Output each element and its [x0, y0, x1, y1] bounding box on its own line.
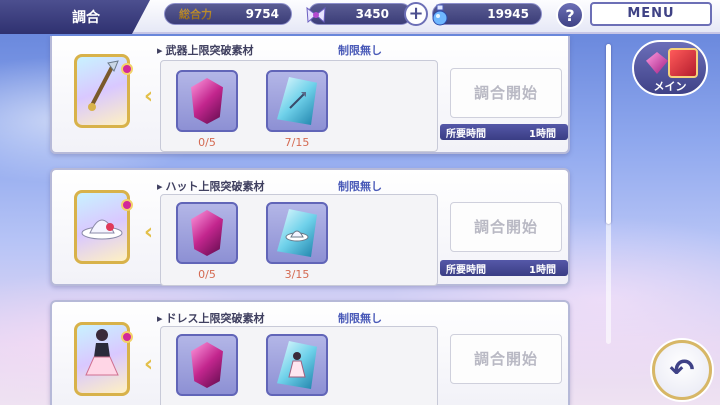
blue-crystal-icon	[277, 77, 317, 125]
jewel-icon	[646, 52, 668, 74]
time-label: 所要時間	[446, 265, 486, 276]
ribbon-icon	[303, 2, 329, 28]
currency-stamina-value: 3450	[355, 7, 389, 21]
dress-icon	[84, 327, 120, 391]
craft-row-dress: ‹ ドレス上限突破素材 制限無し 調合開始	[50, 300, 570, 405]
sword-icon	[84, 59, 120, 123]
page-title: 調合	[72, 10, 100, 26]
time-value: 1時間	[529, 129, 556, 140]
main-button-label: メイン	[653, 80, 687, 93]
pink-crystal-icon	[191, 342, 223, 388]
add-currency-button[interactable]: +	[404, 2, 428, 26]
material-slot-pink[interactable]	[176, 70, 238, 132]
material-title: 武器上限突破素材	[157, 42, 254, 58]
chevron-left-icon: ‹	[144, 84, 154, 109]
hat-icon	[80, 205, 124, 249]
material-title: ドレス上限突破素材	[157, 310, 265, 326]
back-arrow-icon: ↶	[669, 352, 695, 388]
chevron-left-icon: ‹	[144, 352, 154, 377]
hat-card[interactable]	[74, 190, 133, 264]
rarity-gem	[121, 199, 133, 211]
material-count: 0/5	[198, 136, 216, 149]
limit-text: 制限無し	[338, 312, 382, 325]
craft-row-weapon: ‹ 武器上限突破素材 制限無し 0/5 7/15 調合開始 所要時間 1時間	[50, 36, 570, 154]
material-count: 3/15	[284, 268, 310, 281]
book-icon	[668, 48, 698, 78]
limit-text: 制限無し	[338, 180, 382, 193]
menu-button[interactable]: MENU	[590, 2, 712, 26]
rarity-gem	[121, 63, 133, 75]
start-craft-button[interactable]: 調合開始	[450, 68, 562, 118]
pink-crystal-icon	[191, 210, 223, 256]
time-required-bar: 所要時間 1時間	[440, 124, 568, 140]
material-count: 7/15	[284, 136, 310, 149]
start-craft-button[interactable]: 調合開始	[450, 202, 562, 252]
start-craft-button[interactable]: 調合開始	[450, 334, 562, 384]
top-bar: 調合 総合力 9754 3450 + 19945 ? MENU	[0, 0, 720, 34]
time-required-bar: 所要時間 1時間	[440, 260, 568, 276]
currency-jewel: 19945	[432, 3, 542, 26]
time-label: 所要時間	[446, 129, 486, 140]
dress-card[interactable]	[74, 322, 133, 396]
time-value: 1時間	[529, 265, 556, 276]
material-slot-pink[interactable]	[176, 334, 238, 396]
rarity-gem	[121, 331, 133, 343]
total-power-value: 9754	[245, 7, 279, 21]
back-button[interactable]: ↶	[652, 340, 712, 400]
blue-crystal-icon	[277, 341, 317, 389]
material-title: ハット上限突破素材	[157, 178, 265, 194]
material-slot-blue[interactable]	[266, 202, 328, 264]
chevron-left-icon: ‹	[144, 220, 154, 245]
total-power-display: 総合力 9754	[164, 3, 292, 25]
total-power-label: 総合力	[179, 8, 212, 21]
currency-jewel-value: 19945	[487, 7, 529, 21]
help-button[interactable]: ?	[556, 1, 584, 29]
material-count: 0/5	[198, 268, 216, 281]
blue-crystal-icon	[277, 209, 317, 257]
material-slot-blue[interactable]	[266, 334, 328, 396]
pink-crystal-icon	[191, 78, 223, 124]
craft-row-hat: ‹ ハット上限突破素材 制限無し 0/5 3/15 調合開始 所要時間 1時間	[50, 168, 570, 286]
scrollbar-thumb[interactable]	[606, 44, 611, 224]
material-slot-pink[interactable]	[176, 202, 238, 264]
limit-text: 制限無し	[338, 44, 382, 57]
potion-icon	[427, 2, 453, 28]
currency-stamina: 3450	[306, 3, 412, 25]
weapon-card[interactable]	[74, 54, 133, 128]
material-slot-blue[interactable]	[266, 70, 328, 132]
